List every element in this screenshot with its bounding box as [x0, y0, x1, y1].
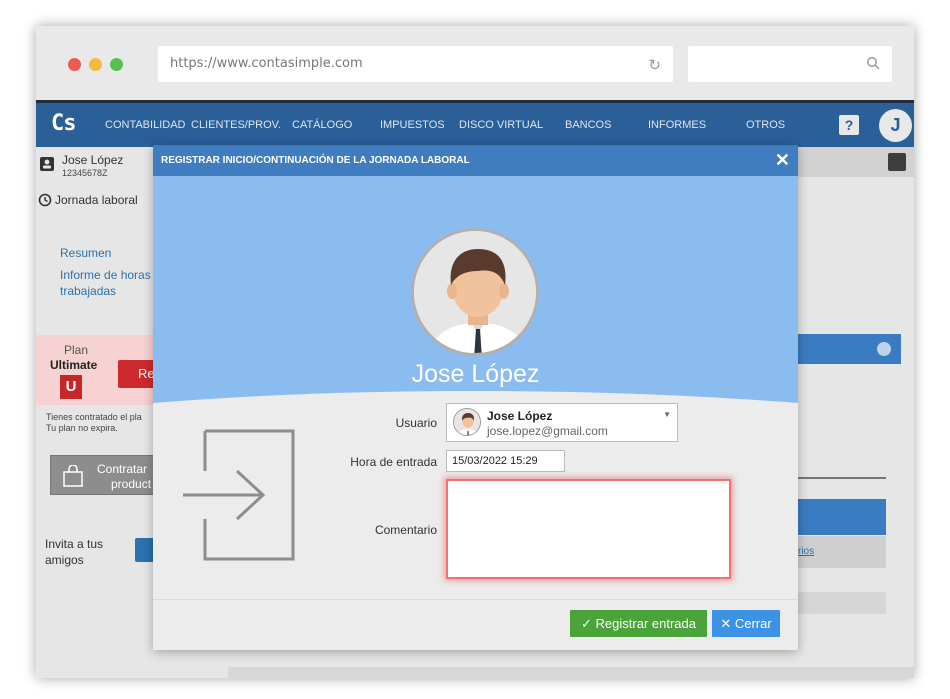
- browser-search-input[interactable]: [688, 46, 892, 82]
- user-avatar: [411, 228, 539, 356]
- invite-friends-text: Invita a tus amigos: [45, 537, 104, 567]
- comentario-textarea[interactable]: [446, 479, 731, 579]
- usuario-select[interactable]: Jose López jose.lopez@gmail.com ▼: [446, 403, 678, 442]
- content-bottom-bar: [228, 667, 914, 678]
- close-window-dot[interactable]: [68, 58, 81, 71]
- register-shift-modal: REGISTRAR INICIO/CONTINUACIÓN DE LA JORN…: [153, 145, 798, 650]
- sidebar-link-informe[interactable]: Informe de horas trabajadas: [60, 267, 160, 299]
- nav-clientes[interactable]: CLIENTES/PROV.: [191, 119, 281, 131]
- comentario-label: Comentario: [374, 523, 437, 537]
- address-bar-text: https://www.contasimple.com: [170, 56, 363, 71]
- user-menu-button[interactable]: J: [879, 109, 912, 142]
- nav-informes[interactable]: INFORMES: [648, 119, 706, 131]
- app-navbar: Cs CONTABILIDAD CLIENTES/PROV. CATÁLOGO …: [36, 103, 914, 147]
- maximize-window-dot[interactable]: [110, 58, 123, 71]
- person-avatar-icon: [454, 409, 480, 435]
- usuario-label: Usuario: [395, 416, 437, 430]
- registrar-entrada-button[interactable]: ✓ Registrar entrada: [570, 610, 707, 637]
- app-logo[interactable]: Cs: [51, 111, 76, 136]
- close-icon: ✕: [720, 616, 732, 631]
- content-search-icon[interactable]: [888, 153, 906, 171]
- chevron-down-icon: ▼: [663, 410, 671, 419]
- sidebar-user-id: 12345678Z: [62, 168, 108, 178]
- modal-hero: Jose López: [153, 176, 798, 406]
- contratar-label-2: product: [111, 477, 152, 491]
- nav-catalogo[interactable]: CATÁLOGO: [292, 119, 352, 131]
- registrar-entrada-label: Registrar entrada: [595, 616, 696, 631]
- history-icon: [38, 193, 52, 207]
- plan-badge: U: [60, 375, 82, 399]
- modal-header: REGISTRAR INICIO/CONTINUACIÓN DE LA JORN…: [153, 145, 798, 176]
- help-button[interactable]: ?: [839, 115, 859, 135]
- table-column-link[interactable]: rios: [798, 546, 814, 557]
- login-icon: [183, 429, 295, 561]
- plan-note-contracted: Tienes contratado el pla: [46, 412, 142, 422]
- modal-title: REGISTRAR INICIO/CONTINUACIÓN DE LA JORN…: [161, 155, 470, 166]
- nav-impuestos[interactable]: IMPUESTOS: [380, 119, 445, 131]
- search-icon: [867, 57, 880, 70]
- table-row: [798, 592, 886, 614]
- plan-label: Plan: [64, 343, 89, 357]
- usuario-name: Jose López: [487, 409, 553, 423]
- hora-label: Hora de entrada: [350, 455, 437, 469]
- nav-disco-virtual[interactable]: DISCO VIRTUAL: [459, 119, 543, 131]
- minimize-window-dot[interactable]: [89, 58, 102, 71]
- filter-icon[interactable]: [877, 342, 891, 356]
- plan-name: Ultimate: [50, 358, 98, 372]
- sidebar-link-resumen[interactable]: Resumen: [60, 245, 111, 261]
- cerrar-label: Cerrar: [734, 616, 772, 631]
- usuario-email: jose.lopez@gmail.com: [487, 424, 608, 438]
- panel-divider: [798, 477, 886, 479]
- nav-contabilidad[interactable]: CONTABILIDAD: [105, 119, 185, 131]
- user-card-icon: [40, 157, 54, 171]
- reload-icon[interactable]: ↻: [648, 56, 661, 74]
- plan-note-expiry: Tu plan no expira.: [46, 423, 118, 433]
- filter-panel-header: [798, 334, 901, 364]
- person-avatar-icon: [414, 231, 536, 353]
- browser-toolbar: https://www.contasimple.com ↻: [36, 26, 914, 100]
- sidebar-user-name: Jose López: [62, 153, 124, 167]
- nav-bancos[interactable]: BANCOS: [565, 119, 611, 131]
- address-bar[interactable]: https://www.contasimple.com ↻: [158, 46, 673, 82]
- contratar-label: Contratar: [97, 462, 148, 476]
- cerrar-button[interactable]: ✕ Cerrar: [712, 610, 780, 637]
- table-header-bar: [798, 499, 886, 535]
- check-icon: ✓: [581, 616, 592, 631]
- sidebar-section-label: Jornada laboral: [55, 193, 138, 207]
- usuario-avatar: [453, 408, 481, 436]
- modal-close-icon[interactable]: ✕: [775, 150, 790, 171]
- shopping-bag-icon: [63, 465, 83, 487]
- nav-otros[interactable]: OTROS: [746, 119, 785, 131]
- table-column-header[interactable]: rios: [798, 536, 886, 568]
- modal-footer-divider: [153, 599, 798, 600]
- hora-entrada-input[interactable]: 15/03/2022 15:29: [446, 450, 565, 472]
